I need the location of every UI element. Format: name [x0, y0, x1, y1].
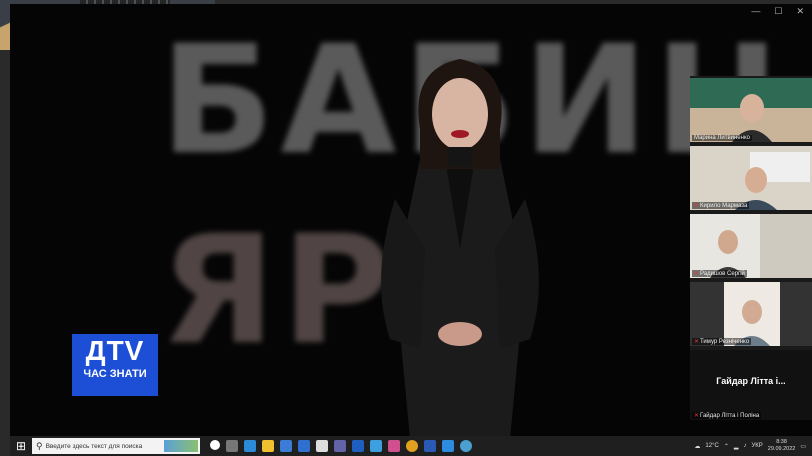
app-icon[interactable]	[460, 440, 472, 452]
clock-date: 29.09.2022	[767, 446, 796, 452]
language-indicator[interactable]: УКР	[751, 443, 762, 449]
participant-name: ✕Радишов Сергій	[692, 270, 747, 277]
temperature-label[interactable]: 12°C	[705, 443, 718, 449]
muted-mic-icon: ✕	[694, 271, 700, 277]
system-tray: ☁ 12°C ⌃ ▂ ♪ УКР 8:38 29.09.2022 ▭	[694, 439, 812, 453]
zoom-icon[interactable]	[370, 440, 382, 452]
search-icon: ⚲	[36, 440, 43, 451]
notification-icon[interactable]: ▭	[800, 443, 806, 450]
participant-video	[724, 282, 780, 346]
logo-main-text: ДTV	[85, 335, 145, 366]
participant-tile[interactable]: Марина Литвиненко	[690, 78, 812, 142]
close-icon[interactable]: ✕	[796, 6, 804, 17]
participant-panel: Марина Литвиненко ✕Кирило Мармаза ✕Радиш…	[690, 76, 812, 420]
chrome-icon[interactable]	[406, 440, 418, 452]
participant-name: ✕Кирило Мармаза	[692, 202, 750, 209]
active-app-icon[interactable]	[442, 440, 454, 452]
weather-cloud-icon[interactable]: ☁	[694, 443, 700, 450]
mail-icon[interactable]	[298, 440, 310, 452]
search-highlight-image	[164, 440, 198, 452]
skype-icon[interactable]	[352, 440, 364, 452]
clock[interactable]: 8:38 29.09.2022	[768, 439, 796, 453]
participant-video	[690, 78, 812, 142]
photos-icon[interactable]	[388, 440, 400, 452]
edge-icon[interactable]	[244, 440, 256, 452]
cortana-icon[interactable]	[210, 440, 220, 450]
taskbar-search-box[interactable]: ⚲ Введите здесь текст для поиска	[32, 438, 200, 454]
windows-taskbar: ⊞ ⚲ Введите здесь текст для поиска ☁ 12°…	[10, 436, 812, 456]
video-screen: — ☐ ✕ БАБИН ЯР ДTV ЧАС ЗНАТИ Марина Литв…	[10, 4, 812, 436]
network-icon[interactable]: ▂	[734, 443, 739, 450]
file-explorer-icon[interactable]	[262, 440, 274, 452]
clock-time: 8:38	[776, 439, 787, 445]
participant-video	[710, 214, 812, 278]
participant-name: ✕Гайдар Літта і Поліна	[692, 412, 762, 419]
word-icon[interactable]	[424, 440, 436, 452]
muted-mic-icon: ✕	[694, 203, 700, 209]
speaker-icon[interactable]: ♪	[743, 443, 746, 449]
teams-icon[interactable]	[334, 440, 346, 452]
presenter-figure	[381, 59, 539, 436]
chevron-up-icon[interactable]: ⌃	[724, 443, 729, 450]
participant-tile[interactable]: ✕Радишов Сергій	[690, 214, 812, 278]
muted-mic-icon: ✕	[694, 339, 700, 345]
participant-name: ✕Тимур Резніченко	[692, 338, 752, 345]
search-placeholder: Введите здесь текст для поиска	[45, 442, 143, 450]
channel-logo: ДTV ЧАС ЗНАТИ	[72, 334, 158, 396]
app-icon[interactable]	[316, 440, 328, 452]
store-icon[interactable]	[280, 440, 292, 452]
task-view-icon[interactable]	[226, 440, 238, 452]
participant-tile[interactable]: ✕Кирило Мармаза	[690, 146, 812, 210]
participant-video	[735, 152, 810, 210]
participant-tile[interactable]: Гайдар Літта і... ✕Гайдар Літта і Поліна	[690, 350, 812, 420]
muted-mic-icon: ✕	[694, 413, 700, 419]
participant-tile[interactable]: ✕Тимур Резніченко	[690, 282, 812, 346]
windows-start-icon[interactable]: ⊞	[10, 436, 32, 456]
logo-subtitle: ЧАС ЗНАТИ	[83, 368, 147, 380]
participant-name: Марина Литвиненко	[692, 135, 752, 141]
taskbar-apps	[210, 440, 472, 452]
participant-display-name: Гайдар Літта і...	[716, 376, 786, 386]
